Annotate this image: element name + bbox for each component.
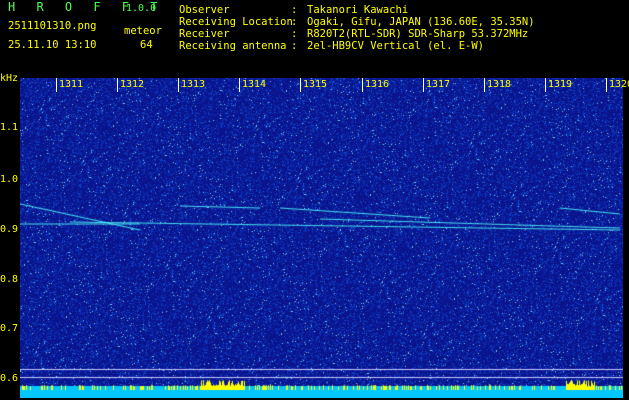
- x-tick-mark: [606, 78, 607, 92]
- x-tick-label: 1311: [59, 79, 84, 90]
- y-tick-label: 0.8: [0, 274, 19, 285]
- x-tick-label: 1313: [181, 79, 206, 90]
- x-tick-mark: [484, 78, 485, 92]
- x-tick-label: 1319: [548, 79, 573, 90]
- x-tick-label: 1317: [426, 79, 451, 90]
- x-tick-label: 1312: [120, 79, 145, 90]
- x-tick-mark: [545, 78, 546, 92]
- x-tick-mark: [56, 78, 57, 92]
- info-colon: :: [291, 28, 298, 40]
- info-colon: :: [291, 4, 298, 16]
- capture-filename: 2511101310.png: [8, 20, 97, 32]
- info-value-location: Ogaki, Gifu, JAPAN (136.60E, 35.35N): [307, 16, 535, 28]
- info-key-antenna: Receiving antenna: [179, 40, 287, 52]
- info-value-antenna: 2el-HB9CV Vertical (el. E-W): [307, 40, 485, 52]
- x-tick-label: 1314: [242, 79, 267, 90]
- y-tick-label: 0.7: [0, 323, 19, 334]
- info-colon: :: [291, 40, 298, 52]
- info-key-observer: Observer: [179, 4, 230, 16]
- app-version: 1.0.0: [126, 3, 157, 14]
- info-value-observer: Takanori Kawachi: [307, 4, 409, 16]
- meteor-count: 64: [140, 39, 153, 51]
- x-tick-mark: [117, 78, 118, 92]
- x-tick-label: 1320: [609, 79, 629, 90]
- x-tick-label: 1316: [365, 79, 390, 90]
- x-tick-mark: [300, 78, 301, 92]
- y-tick-label: 1.0: [0, 174, 19, 185]
- capture-datetime: 25.11.10 13:10: [8, 39, 97, 51]
- info-colon: :: [291, 16, 298, 28]
- x-tick-label: 1318: [487, 79, 512, 90]
- spectrogram-canvas: [20, 78, 623, 398]
- x-tick-mark: [423, 78, 424, 92]
- x-tick-mark: [239, 78, 240, 92]
- y-axis-unit: kHz: [0, 73, 19, 84]
- y-tick-label: 0.6: [0, 373, 19, 384]
- x-tick-mark: [178, 78, 179, 92]
- spectrogram-plot: [20, 78, 623, 398]
- x-tick-label: 1315: [303, 79, 328, 90]
- meteor-label: meteor: [124, 25, 162, 37]
- info-key-receiver: Receiver: [179, 28, 230, 40]
- y-tick-label: 1.1: [0, 122, 19, 133]
- y-tick-label: 0.9: [0, 224, 19, 235]
- x-tick-mark: [362, 78, 363, 92]
- info-key-location: Receiving Location: [179, 16, 293, 28]
- info-value-receiver: R820T2(RTL-SDR) SDR-Sharp 53.372MHz: [307, 28, 529, 40]
